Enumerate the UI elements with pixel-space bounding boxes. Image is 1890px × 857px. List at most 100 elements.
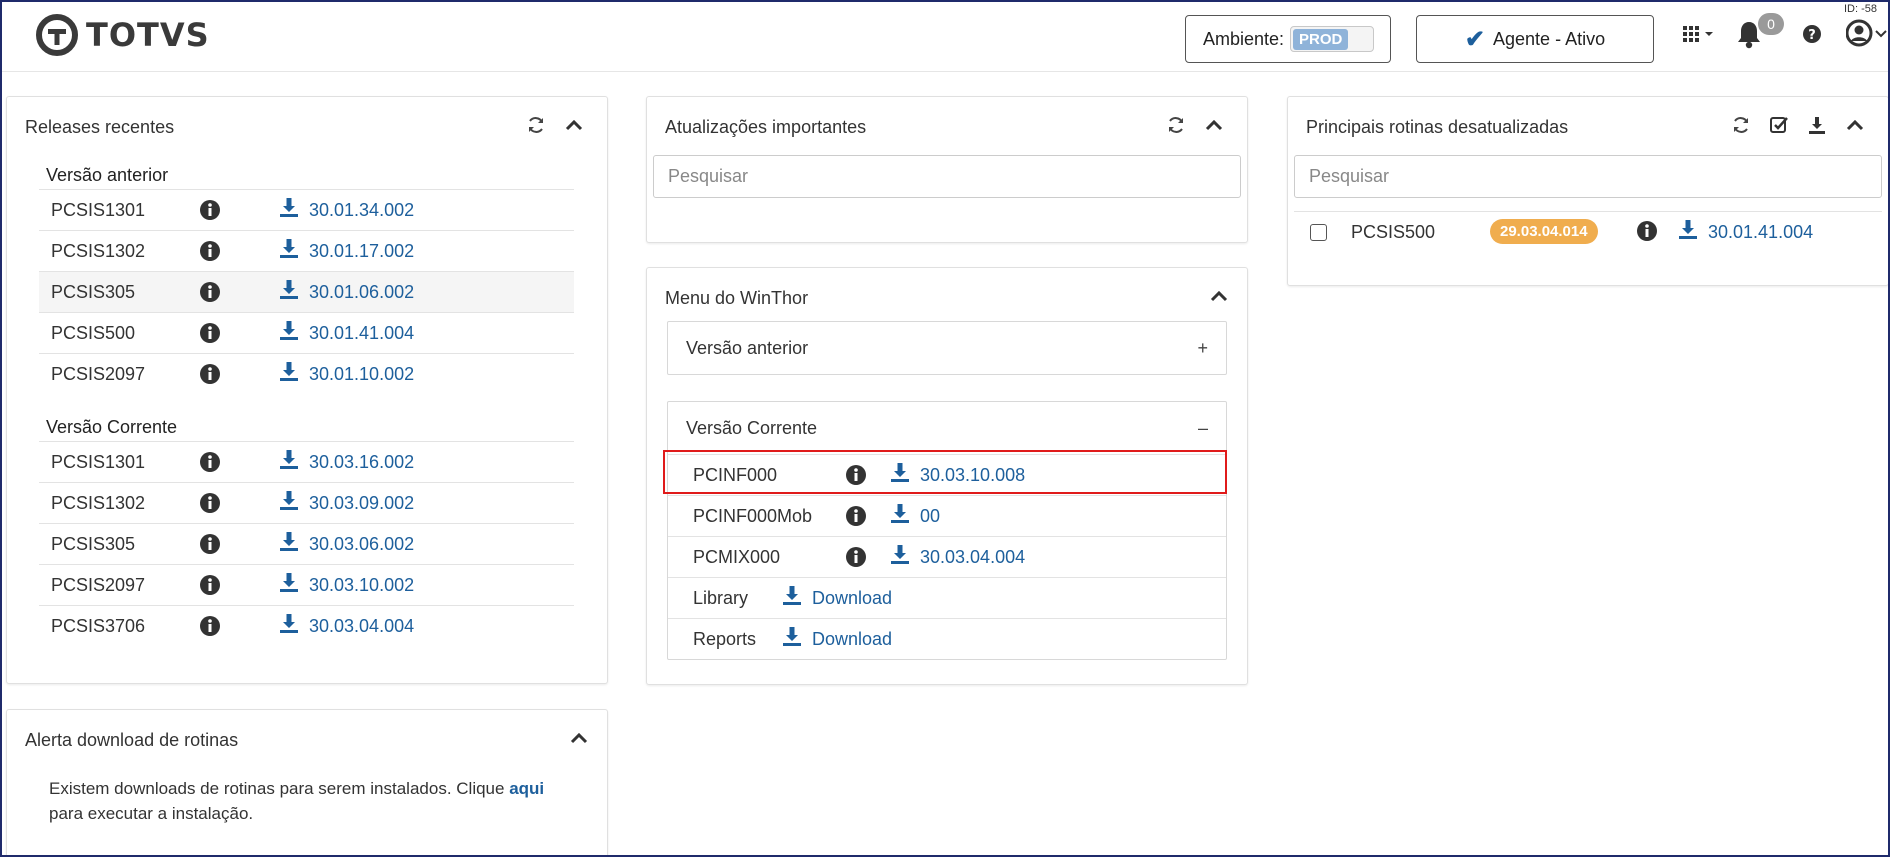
info-icon[interactable] bbox=[199, 199, 221, 221]
info-icon[interactable] bbox=[199, 240, 221, 262]
menu-collapse-button[interactable] bbox=[1209, 286, 1229, 306]
info-icon[interactable] bbox=[199, 574, 221, 596]
menu-panel-tools bbox=[1209, 286, 1229, 306]
download-link[interactable]: 30.03.06.002 bbox=[279, 531, 414, 558]
download-icon bbox=[279, 449, 299, 476]
notifications-count-badge: 0 bbox=[1758, 13, 1784, 35]
apps-grid-icon bbox=[1683, 26, 1713, 42]
routine-version: 30.03.16.002 bbox=[309, 451, 415, 472]
important-updates-title: Atualizações importantes bbox=[665, 117, 867, 137]
download-link[interactable]: 30.01.41.004 bbox=[279, 320, 414, 347]
agent-status-button[interactable]: ✔ Agente - Ativo bbox=[1416, 15, 1654, 63]
menu-routine-row: Library Download bbox=[668, 577, 1226, 618]
environment-toggle[interactable]: PROD bbox=[1290, 26, 1375, 52]
release-row-current: PCSIS1301 30.03.16.002 bbox=[39, 441, 574, 482]
download-icon bbox=[279, 490, 299, 517]
environment-value: PROD bbox=[1293, 28, 1349, 50]
info-icon[interactable] bbox=[199, 281, 221, 303]
menu-routine-row: PCINF000Mob 00 bbox=[668, 495, 1226, 536]
download-link[interactable]: 30.01.34.002 bbox=[279, 197, 414, 224]
outdated-download-button[interactable] bbox=[1807, 115, 1827, 135]
download-link[interactable]: Download bbox=[782, 626, 892, 653]
menu-routine-row: Reports Download bbox=[668, 618, 1226, 659]
download-link[interactable]: 30.01.10.002 bbox=[279, 361, 414, 388]
download-link[interactable]: 30.01.06.002 bbox=[279, 279, 414, 306]
download-link[interactable]: 00 bbox=[890, 503, 940, 530]
routine-version: 30.01.41.004 bbox=[309, 322, 415, 343]
outdated-search-input[interactable] bbox=[1294, 155, 1882, 198]
outdated-refresh-button[interactable] bbox=[1731, 115, 1751, 135]
updates-refresh-button[interactable] bbox=[1166, 115, 1186, 135]
releases-current-heading: Versão Corrente bbox=[46, 417, 178, 437]
updates-search-input[interactable] bbox=[653, 155, 1241, 198]
info-icon[interactable] bbox=[199, 322, 221, 344]
release-row-previous: PCSIS1301 30.01.34.002 bbox=[39, 189, 574, 230]
alert-collapse-button[interactable] bbox=[569, 728, 589, 748]
releases-collapse-button[interactable] bbox=[564, 115, 584, 135]
release-row-previous: PCSIS2097 30.01.10.002 bbox=[39, 353, 574, 394]
download-link[interactable]: Download bbox=[782, 585, 892, 612]
download-link[interactable]: 30.03.04.004 bbox=[890, 544, 1025, 571]
routine-code: PCSIS1302 bbox=[51, 492, 146, 513]
download-icon bbox=[782, 626, 802, 653]
release-row-current: PCSIS305 30.03.06.002 bbox=[39, 523, 574, 564]
routine-code: PCSIS305 bbox=[51, 533, 136, 554]
download-link[interactable]: 30.01.41.004 bbox=[1678, 219, 1813, 246]
info-icon[interactable] bbox=[199, 451, 221, 473]
outdated-panel-tools bbox=[1731, 115, 1865, 135]
outdated-collapse-button[interactable] bbox=[1845, 115, 1865, 135]
menu-current-accordion: Versão Corrente – PCINF000 30.03.10.008 PC… bbox=[667, 401, 1227, 660]
user-menu-button[interactable] bbox=[1845, 19, 1888, 54]
outdated-routine-row: PCSIS500 29.03.04.014 30.01.41.004 bbox=[1294, 211, 1882, 252]
alert-text-before: Existem downloads de rotinas para serem … bbox=[49, 779, 510, 798]
help-icon: ? bbox=[1803, 25, 1821, 43]
download-link[interactable]: 30.03.04.004 bbox=[279, 613, 414, 640]
download-link[interactable]: 30.03.10.002 bbox=[279, 572, 414, 599]
routine-version: 30.01.10.002 bbox=[309, 363, 415, 384]
chevron-up-icon bbox=[1210, 290, 1228, 302]
checkbox-check-icon bbox=[1770, 117, 1788, 133]
environment-selector[interactable]: Ambiente: PROD bbox=[1185, 15, 1391, 63]
expand-icon: + bbox=[1197, 338, 1208, 358]
download-icon bbox=[890, 503, 910, 530]
download-link[interactable]: 30.03.10.008 bbox=[890, 462, 1025, 489]
routine-code: PCMIX000 bbox=[693, 546, 781, 567]
menu-routine-row: PCINF000 30.03.10.008 bbox=[668, 454, 1226, 495]
download-link[interactable]: 30.01.17.002 bbox=[279, 238, 414, 265]
outdated-select-all-button[interactable] bbox=[1769, 115, 1789, 135]
download-link[interactable]: 30.03.09.002 bbox=[279, 490, 414, 517]
download-icon bbox=[279, 531, 299, 558]
alert-install-link[interactable]: aqui bbox=[509, 779, 544, 798]
info-icon[interactable] bbox=[1636, 220, 1658, 242]
routine-select-checkbox[interactable] bbox=[1310, 224, 1327, 241]
releases-panel-tools bbox=[526, 115, 584, 135]
alert-text-after: para executar a instalação. bbox=[49, 804, 254, 823]
apps-menu-button[interactable] bbox=[1683, 25, 1719, 50]
info-icon[interactable] bbox=[199, 363, 221, 385]
info-icon[interactable] bbox=[199, 492, 221, 514]
info-icon[interactable] bbox=[845, 546, 867, 568]
totvs-logo[interactable]: TOTVS bbox=[36, 14, 210, 56]
releases-refresh-button[interactable] bbox=[526, 115, 546, 135]
download-link[interactable]: 30.03.16.002 bbox=[279, 449, 414, 476]
menu-previous-accordion[interactable]: Versão anterior + bbox=[667, 321, 1227, 375]
info-icon[interactable] bbox=[199, 615, 221, 637]
updates-collapse-button[interactable] bbox=[1204, 115, 1224, 135]
menu-current-header[interactable]: Versão Corrente – bbox=[668, 402, 1226, 454]
info-icon[interactable] bbox=[199, 533, 221, 555]
menu-routine-row: PCMIX000 30.03.04.004 bbox=[668, 536, 1226, 577]
download-icon bbox=[279, 197, 299, 224]
routine-code: PCSIS3706 bbox=[51, 615, 146, 636]
release-row-previous: PCSIS500 30.01.41.004 bbox=[39, 312, 574, 353]
download-alert-message: Existem downloads de rotinas para serem … bbox=[49, 776, 569, 826]
help-button[interactable]: ? bbox=[1802, 24, 1822, 49]
session-id-label: ID: -58 bbox=[1844, 3, 1878, 15]
routine-code: PCSIS2097 bbox=[51, 574, 146, 595]
routine-code: PCSIS500 bbox=[1351, 221, 1436, 242]
info-icon[interactable] bbox=[845, 505, 867, 527]
routine-version: Download bbox=[812, 587, 893, 608]
routine-code: PCSIS2097 bbox=[51, 363, 146, 384]
refresh-icon bbox=[1169, 117, 1183, 133]
info-icon[interactable] bbox=[845, 464, 867, 486]
routine-version: 30.03.06.002 bbox=[309, 533, 415, 554]
